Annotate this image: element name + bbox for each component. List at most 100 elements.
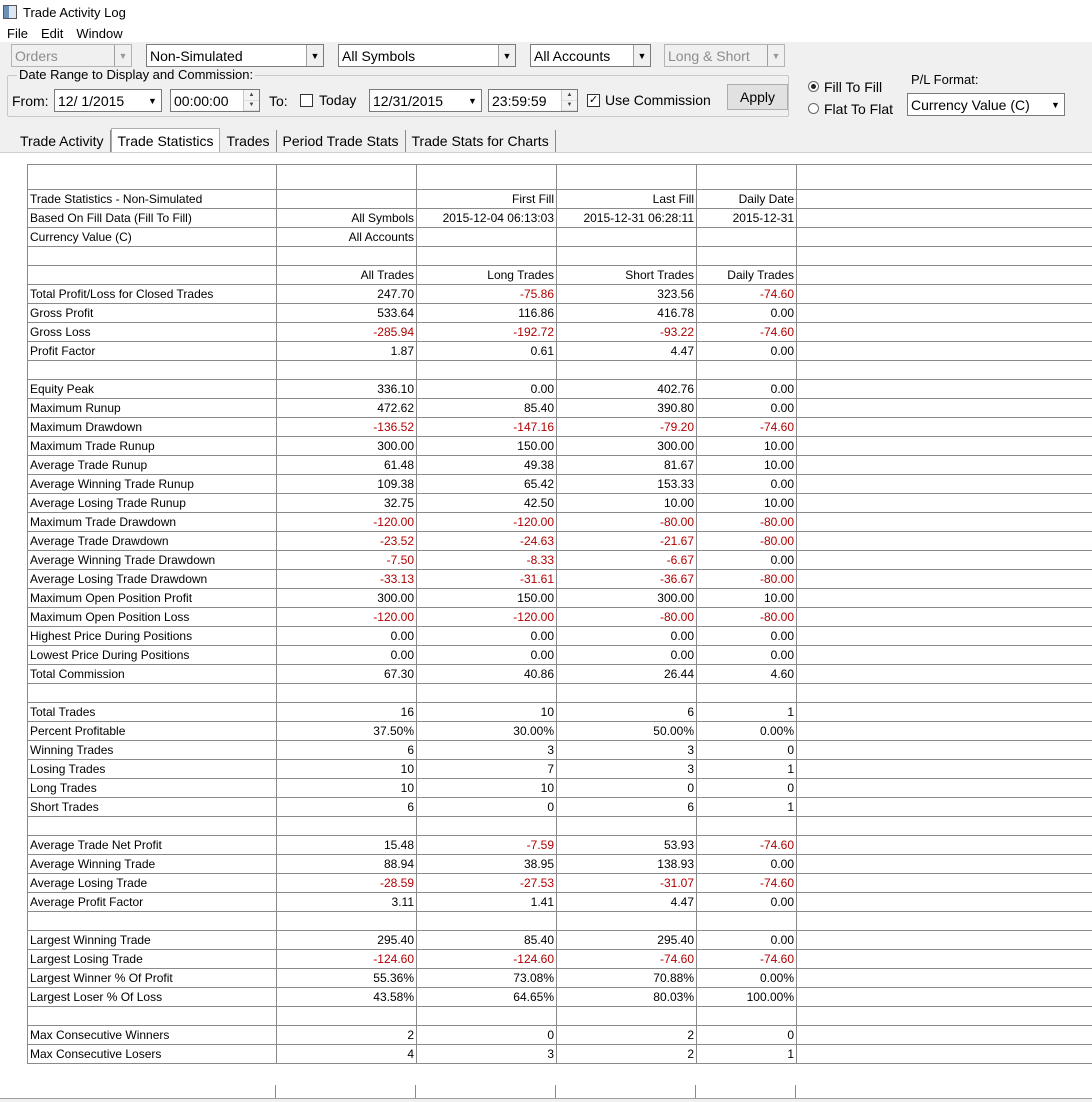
menu-window[interactable]: Window xyxy=(69,26,128,41)
stats-cell-all: 247.70 xyxy=(277,285,417,303)
stats-cell-long: -31.61 xyxy=(417,570,557,588)
stats-cell-filler xyxy=(797,247,1092,265)
apply-button[interactable]: Apply xyxy=(727,84,788,110)
from-date-picker[interactable]: 12/ 1/2015 ▼ xyxy=(54,89,162,112)
stats-cell-filler xyxy=(797,1026,1092,1044)
stats-cell-short: 390.80 xyxy=(557,399,697,417)
stats-cell-label xyxy=(28,247,277,265)
stats-cell-short: 0.00 xyxy=(557,646,697,664)
stats-row xyxy=(28,361,1092,380)
stats-cell-daily xyxy=(697,817,797,835)
stats-cell-long: 0.61 xyxy=(417,342,557,360)
stats-row: Average Losing Trade Drawdown -33.13 -31.6… xyxy=(28,570,1092,589)
stats-cell-daily: -74.60 xyxy=(697,285,797,303)
stats-cell-daily: 2015-12-31 xyxy=(697,209,797,227)
stats-cell-all: 15.48 xyxy=(277,836,417,854)
stats-row: Average Winning Trade Runup 109.38 65.42 15… xyxy=(28,475,1092,494)
from-time-input[interactable]: 00:00:00 ▲ ▼ xyxy=(170,89,260,112)
stats-cell-filler xyxy=(797,950,1092,968)
stats-cell-short: 2 xyxy=(557,1045,697,1063)
from-time-spinner[interactable]: ▲ ▼ xyxy=(243,90,259,111)
today-label: Today xyxy=(319,92,357,108)
stats-cell-daily: 0.00 xyxy=(697,893,797,911)
to-date-picker[interactable]: 12/31/2015 ▼ xyxy=(369,89,482,112)
tab-trade-statistics[interactable]: Trade Statistics xyxy=(110,128,221,154)
stats-cell-short: -79.20 xyxy=(557,418,697,436)
stats-cell-label: Average Trade Runup xyxy=(28,456,277,474)
stats-row: Max Consecutive Winners 2 0 2 0 xyxy=(28,1026,1092,1045)
tab-period-trade-stats[interactable]: Period Trade Stats xyxy=(277,130,406,152)
stats-cell-all: -120.00 xyxy=(277,513,417,531)
stats-cell-long: 65.42 xyxy=(417,475,557,493)
stats-cell-all: 295.40 xyxy=(277,931,417,949)
stats-cell-filler xyxy=(797,304,1092,322)
menu-edit[interactable]: Edit xyxy=(34,26,69,41)
use-commission-checkbox[interactable]: ✓ xyxy=(587,94,600,107)
flat-to-flat-radio[interactable] xyxy=(808,103,819,114)
stats-cell-long: 3 xyxy=(417,1045,557,1063)
to-time-spinner[interactable]: ▲ ▼ xyxy=(561,90,577,111)
stats-cell-label: Lowest Price During Positions xyxy=(28,646,277,664)
symbols-select[interactable]: All Symbols ▼ xyxy=(338,44,516,67)
stats-cell-daily xyxy=(697,165,797,189)
stats-row: Long Trades 10 10 0 0 xyxy=(28,779,1092,798)
stats-cell-long: 73.08% xyxy=(417,969,557,987)
stats-cell-long: 0.00 xyxy=(417,646,557,664)
stats-cell-daily: -74.60 xyxy=(697,836,797,854)
from-time-value: 00:00:00 xyxy=(174,92,229,109)
to-date-value: 12/31/2015 xyxy=(373,92,444,109)
fill-to-fill-radio[interactable] xyxy=(808,81,819,92)
menu-file[interactable]: File xyxy=(0,26,34,41)
stats-cell-label xyxy=(28,1007,277,1025)
tab-trade-stats-for-charts[interactable]: Trade Stats for Charts xyxy=(406,130,556,152)
chevron-down-icon[interactable]: ▼ xyxy=(498,45,515,66)
spin-up-icon[interactable]: ▲ xyxy=(562,90,577,101)
tab-trade-activity[interactable]: Trade Activity xyxy=(14,130,111,152)
stats-cell-short: 2015-12-31 06:28:11 xyxy=(557,209,697,227)
stats-row: Largest Winning Trade 295.40 85.40 295.40 0.… xyxy=(28,931,1092,950)
check-icon: ✓ xyxy=(588,94,599,106)
chevron-down-icon[interactable]: ▼ xyxy=(464,90,481,111)
stats-cell-all xyxy=(277,165,417,189)
stats-cell-short: 80.03% xyxy=(557,988,697,1006)
spin-up-icon[interactable]: ▲ xyxy=(244,90,259,101)
stats-cell-label: Winning Trades xyxy=(28,741,277,759)
stats-cell-long xyxy=(417,684,557,702)
simulation-select[interactable]: Non-Simulated ▼ xyxy=(146,44,324,67)
stats-cell-short: 0 xyxy=(557,779,697,797)
stats-cell-short: 6 xyxy=(557,703,697,721)
stats-cell-label: Gross Loss xyxy=(28,323,277,341)
accounts-select[interactable]: All Accounts ▼ xyxy=(530,44,651,67)
stats-cell-label: Average Losing Trade Drawdown xyxy=(28,570,277,588)
tab-trades[interactable]: Trades xyxy=(220,130,277,152)
stats-cell-filler xyxy=(797,190,1092,208)
spin-down-icon[interactable]: ▼ xyxy=(244,100,259,111)
stats-cell-daily: 0 xyxy=(697,779,797,797)
stats-row: Largest Loser % Of Loss 43.58% 64.65% 80.03… xyxy=(28,988,1092,1007)
stats-row: Average Profit Factor 3.11 1.41 4.47 0.00 xyxy=(28,893,1092,912)
stats-cell-filler xyxy=(797,722,1092,740)
chevron-down-icon[interactable]: ▼ xyxy=(633,45,650,66)
stats-cell-daily: 0.00 xyxy=(697,475,797,493)
stats-cell-daily xyxy=(697,1007,797,1025)
stats-cell-long: -124.60 xyxy=(417,950,557,968)
stats-cell-label: Total Trades xyxy=(28,703,277,721)
pl-format-select[interactable]: Currency Value (C) ▼ xyxy=(907,93,1065,116)
stats-cell-daily: 0.00% xyxy=(697,969,797,987)
today-checkbox[interactable] xyxy=(300,94,313,107)
chevron-down-icon[interactable]: ▼ xyxy=(306,45,323,66)
stats-row: All Trades Long Trades Short Trades Daily T… xyxy=(28,266,1092,285)
stats-cell-long: -120.00 xyxy=(417,608,557,626)
stats-row: Gross Profit 533.64 116.86 416.78 0.00 xyxy=(28,304,1092,323)
stats-cell-long xyxy=(417,165,557,189)
stats-cell-filler xyxy=(797,893,1092,911)
stats-cell-short xyxy=(557,684,697,702)
chevron-down-icon[interactable]: ▼ xyxy=(144,90,161,111)
to-time-input[interactable]: 23:59:59 ▲ ▼ xyxy=(488,89,578,112)
spin-down-icon[interactable]: ▼ xyxy=(562,100,577,111)
stats-cell-short xyxy=(557,1007,697,1025)
stats-cell-long: 42.50 xyxy=(417,494,557,512)
chevron-down-icon[interactable]: ▼ xyxy=(1047,94,1064,115)
stats-cell-long: 85.40 xyxy=(417,399,557,417)
stats-row: Maximum Drawdown -136.52 -147.16 -79.20 -74.… xyxy=(28,418,1092,437)
